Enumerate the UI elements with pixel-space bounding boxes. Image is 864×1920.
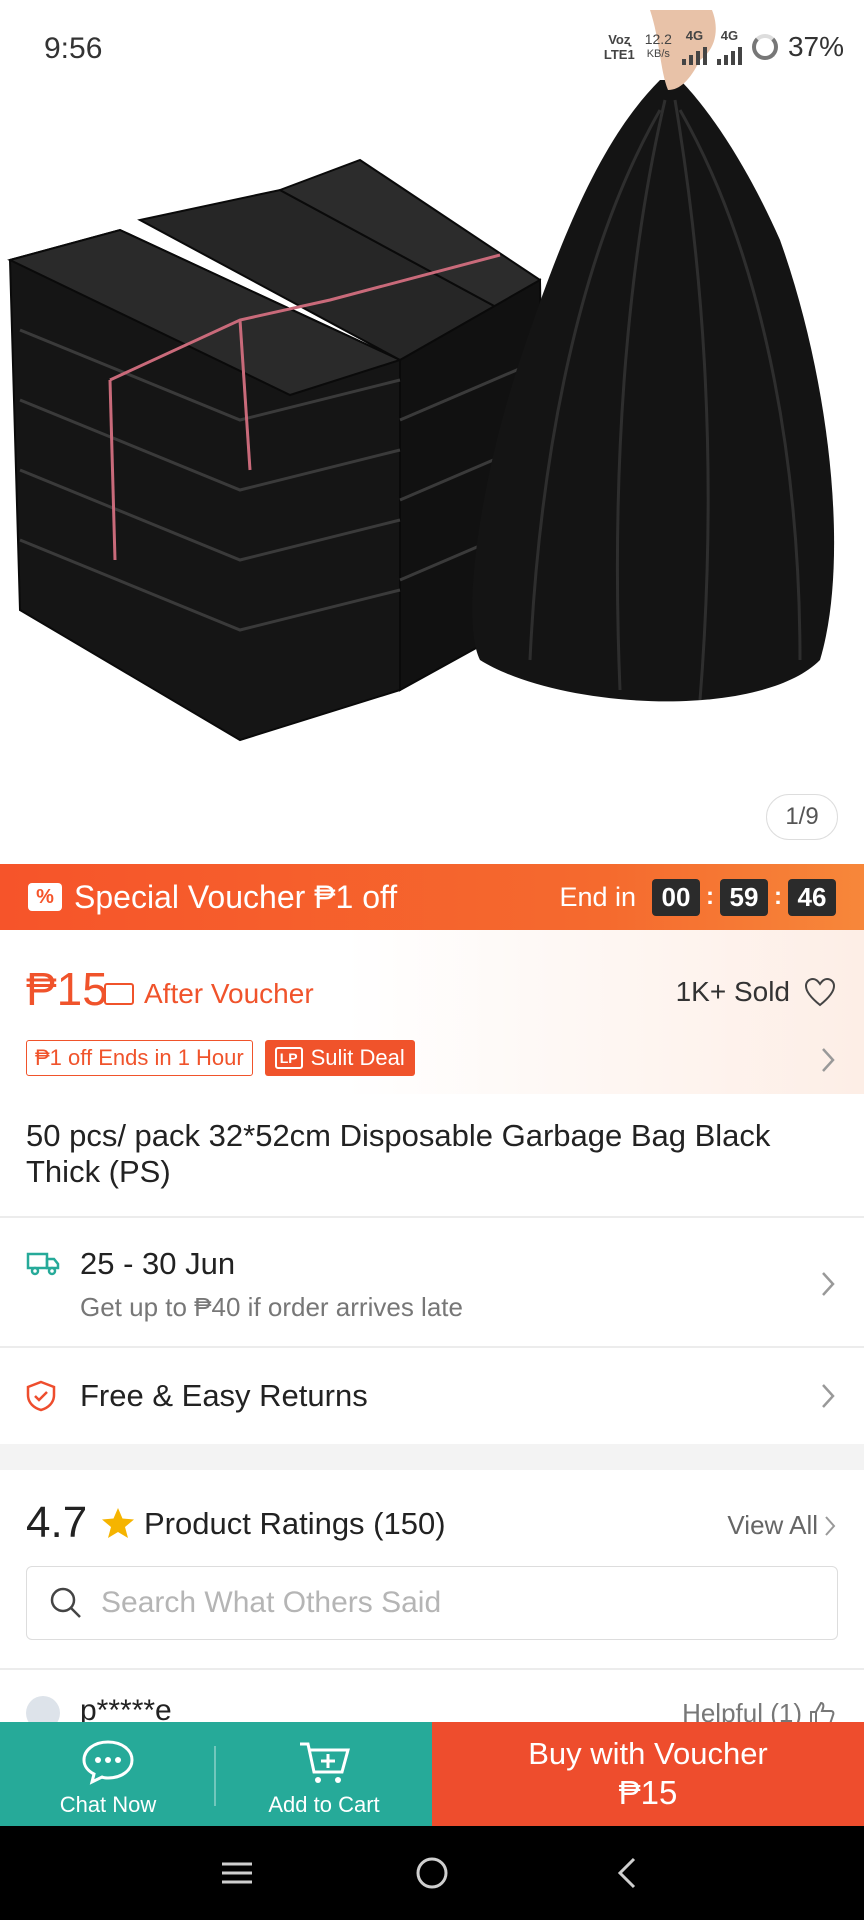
sulit-deal-badge: LP Sulit Deal — [264, 1040, 415, 1076]
after-voucher-note: After Voucher — [104, 978, 314, 1010]
sold-count: 1K+ Sold — [676, 976, 836, 1008]
product-ratings-label: Product Ratings (150) — [144, 1506, 446, 1541]
voucher-end-label: End in — [559, 881, 636, 912]
battery-icon — [751, 33, 778, 60]
secondary-actions: Chat Now Add to Cart — [0, 1722, 432, 1826]
image-counter: 1/9 — [766, 794, 838, 840]
volte-indicator: Voʐ LTE1 — [603, 31, 635, 62]
chevron-right-icon — [822, 1272, 835, 1296]
back-chevron-icon — [617, 1857, 635, 1889]
heart-icon[interactable] — [804, 977, 836, 1007]
buy-with-voucher-button[interactable]: Buy with Voucher ₱15 — [432, 1722, 864, 1826]
product-title: 50 pcs/ pack 32*52cm Disposable Garbage … — [26, 1118, 771, 1189]
delivery-dates: 25 - 30 Jun — [80, 1246, 236, 1281]
battery-percent: 37% — [787, 30, 844, 62]
status-indicators: Voʐ LTE1 12.2 KB/s 4G 4G 37% — [604, 28, 844, 65]
promo-badges: ₱1 off Ends in 1 Hour LP Sulit Deal — [26, 1040, 415, 1076]
reviewer-name: p*****e — [80, 1694, 172, 1722]
delivery-guarantee-note: Get up to ₱40 if order arrives late — [80, 1292, 463, 1322]
truck-icon — [26, 1252, 60, 1276]
home-circle-icon — [416, 1857, 448, 1889]
home-button[interactable] — [402, 1843, 462, 1903]
percent-voucher-icon: % — [28, 883, 62, 911]
star-icon — [102, 1508, 134, 1538]
product-price: ₱15 — [26, 963, 108, 1015]
add-cart-icon — [300, 1742, 350, 1783]
chevron-right-icon — [825, 1515, 836, 1536]
timer-minutes: 59 — [720, 878, 768, 916]
chat-now-button[interactable]: Chat Now — [0, 1722, 216, 1826]
countdown-timer: 00 : 59 : 46 — [652, 878, 836, 916]
voucher-label: Special Voucher ₱1 off — [74, 878, 398, 915]
chevron-right-icon — [822, 1048, 835, 1072]
status-bar: 9:56 Voʐ LTE1 12.2 KB/s 4G 4G 37% — [0, 0, 864, 100]
chevron-right-icon — [822, 1384, 835, 1408]
sim2-signal-icon: 4G — [716, 28, 742, 65]
product-image-gallery[interactable]: 9:56 Voʐ LTE1 12.2 KB/s 4G 4G 37% 1/9 — [0, 0, 864, 864]
reviewer-avatar — [26, 1696, 60, 1722]
delivery-row[interactable] — [0, 1218, 864, 1346]
price-section[interactable]: ₱15 After Voucher 1K+ Sold ₱1 off Ends i… — [0, 930, 864, 1094]
network-speed: 12.2 KB/s — [644, 30, 672, 60]
returns-label: Free & Easy Returns — [80, 1378, 368, 1413]
view-all-ratings-link[interactable]: View All — [727, 1510, 836, 1541]
review-search-box[interactable] — [26, 1566, 838, 1640]
special-voucher-bar[interactable]: % Special Voucher ₱1 off End in 00 : 59 … — [0, 864, 864, 930]
rating-score: 4.7 — [26, 1498, 88, 1547]
recent-apps-button[interactable] — [207, 1843, 267, 1903]
system-navigation-bar — [0, 1826, 864, 1920]
search-icon — [50, 1587, 81, 1618]
helpful-button[interactable]: Helpful (1) — [682, 1698, 836, 1722]
voucher-tag-icon — [104, 983, 134, 1005]
shield-check-icon — [26, 1380, 56, 1412]
back-button[interactable] — [597, 1843, 657, 1903]
review-search-input[interactable] — [101, 1586, 801, 1620]
thumbs-up-icon — [810, 1701, 835, 1722]
discount-badge: ₱1 off Ends in 1 Hour — [26, 1040, 253, 1076]
menu-icon — [222, 1862, 253, 1884]
bottom-action-bar: Chat Now Add to Cart Buy with Voucher ₱1… — [0, 1722, 864, 1826]
product-image — [7, 10, 835, 742]
timer-hours: 00 — [652, 878, 700, 916]
review-item: p*****e Helpful (1) — [0, 1668, 864, 1722]
add-to-cart-button[interactable]: Add to Cart — [216, 1722, 432, 1826]
section-separator — [0, 1444, 864, 1470]
timer-seconds: 46 — [788, 878, 836, 916]
status-time: 9:56 — [44, 32, 103, 65]
chat-bubble-icon — [82, 1740, 134, 1785]
action-separator — [214, 1746, 216, 1806]
lp-deal-icon: LP — [274, 1047, 303, 1069]
sim1-signal-icon: 4G — [681, 28, 707, 65]
